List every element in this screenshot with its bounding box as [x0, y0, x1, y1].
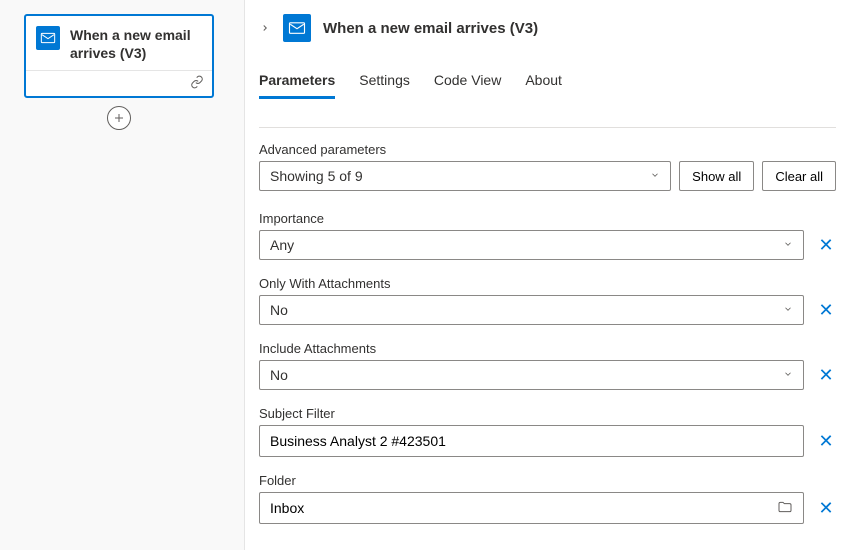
collapse-panel-button[interactable] [259, 22, 271, 34]
advanced-params-select[interactable]: Showing 5 of 9 [259, 161, 671, 191]
advanced-params-value: Showing 5 of 9 [270, 168, 363, 184]
outlook-icon [283, 14, 311, 42]
chevron-down-icon [783, 369, 793, 382]
include-attachments-value: No [270, 367, 288, 383]
trigger-card-header: When a new email arrives (V3) [26, 16, 212, 70]
include-attachments-select[interactable]: No [259, 360, 804, 390]
add-step-button[interactable] [107, 106, 131, 130]
clear-include-attachments-button[interactable]: ✕ [816, 365, 836, 385]
trigger-card[interactable]: When a new email arrives (V3) [24, 14, 214, 98]
folder-picker-icon[interactable] [777, 499, 793, 518]
only-attachments-label: Only With Attachments [259, 276, 836, 291]
include-attachments-label: Include Attachments [259, 341, 836, 356]
advanced-params-label: Advanced parameters [259, 142, 836, 157]
tab-codeview[interactable]: Code View [434, 72, 501, 99]
flow-canvas: When a new email arrives (V3) [0, 0, 245, 550]
importance-label: Importance [259, 211, 836, 226]
folder-label: Folder [259, 473, 836, 488]
folder-input-wrapper [259, 492, 804, 524]
show-all-button[interactable]: Show all [679, 161, 754, 191]
divider [259, 127, 836, 128]
details-panel: When a new email arrives (V3) Parameters… [245, 0, 850, 550]
subject-filter-input[interactable] [270, 433, 793, 449]
importance-field: Importance Any ✕ [259, 211, 836, 260]
subject-filter-label: Subject Filter [259, 406, 836, 421]
only-attachments-field: Only With Attachments No ✕ [259, 276, 836, 325]
only-attachments-value: No [270, 302, 288, 318]
clear-all-button[interactable]: Clear all [762, 161, 836, 191]
folder-field: Folder ✕ [259, 473, 836, 524]
clear-importance-button[interactable]: ✕ [816, 235, 836, 255]
subject-filter-input-wrapper [259, 425, 804, 457]
importance-select[interactable]: Any [259, 230, 804, 260]
trigger-card-footer [26, 70, 212, 96]
chevron-down-icon [783, 304, 793, 317]
clear-subject-filter-button[interactable]: ✕ [816, 431, 836, 451]
panel-header: When a new email arrives (V3) [253, 14, 842, 52]
subject-filter-field: Subject Filter ✕ [259, 406, 836, 457]
outlook-icon [36, 26, 60, 50]
include-attachments-field: Include Attachments No ✕ [259, 341, 836, 390]
chevron-down-icon [650, 170, 660, 183]
importance-value: Any [270, 237, 294, 253]
folder-input[interactable] [270, 500, 777, 516]
clear-folder-button[interactable]: ✕ [816, 498, 836, 518]
connection-icon[interactable] [190, 75, 204, 92]
tabs: Parameters Settings Code View About [253, 52, 842, 99]
clear-only-attachments-button[interactable]: ✕ [816, 300, 836, 320]
only-attachments-select[interactable]: No [259, 295, 804, 325]
advanced-params-row: Showing 5 of 9 Show all Clear all [259, 161, 836, 191]
tab-settings[interactable]: Settings [359, 72, 410, 99]
tab-parameters[interactable]: Parameters [259, 72, 335, 99]
panel-title: When a new email arrives (V3) [323, 20, 538, 37]
chevron-down-icon [783, 239, 793, 252]
trigger-card-title: When a new email arrives (V3) [70, 26, 202, 62]
parameters-form: Advanced parameters Showing 5 of 9 Show … [253, 142, 842, 524]
tab-about[interactable]: About [525, 72, 562, 99]
